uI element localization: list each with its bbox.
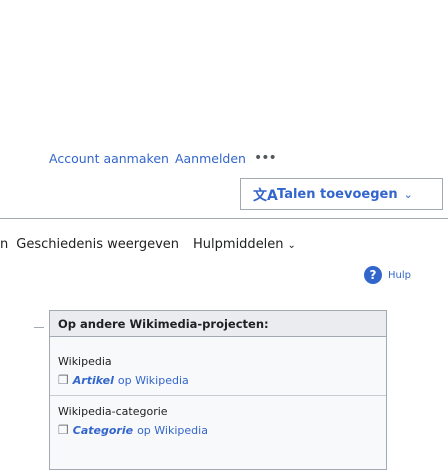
help-link[interactable]: ? Hulp	[364, 264, 411, 286]
add-languages-label: Talen toevoegen	[277, 186, 398, 202]
tools-menu-label: Hulpmiddelen	[193, 236, 284, 252]
help-label: Hulp	[388, 269, 411, 281]
project-name: Wikipedia	[58, 355, 112, 368]
page-actions: n Geschiedenis weergeven Hulpmiddelen ⌄	[0, 234, 310, 254]
chevron-down-icon: ⌄	[287, 239, 296, 251]
header-divider	[0, 218, 448, 219]
entry-divider	[50, 395, 386, 396]
project-name: Wikipedia-categorie	[58, 405, 168, 418]
sister-project-link[interactable]: ❒ Artikel op Wikipedia	[58, 373, 189, 387]
create-account-link[interactable]: Account aanmaken	[49, 151, 169, 166]
more-options-icon[interactable]: •••	[254, 150, 277, 166]
tab-history[interactable]: Geschiedenis weergeven	[16, 237, 179, 252]
sister-project-link[interactable]: ❒ Categorie op Wikipedia	[58, 423, 208, 437]
translate-icon: 文A	[253, 188, 278, 204]
link-bold-label: Artikel	[72, 373, 114, 387]
link-rest-label: op Wikipedia	[137, 423, 208, 437]
login-link[interactable]: Aanmelden	[175, 151, 246, 166]
chevron-down-icon: ⌄	[403, 187, 413, 201]
tools-menu[interactable]: Hulpmiddelen ⌄	[193, 237, 296, 252]
link-rest-label: op Wikipedia	[117, 373, 189, 387]
book-icon: ❒	[58, 423, 69, 437]
sister-projects-box: Op andere Wikimedia-projecten: Wikipedia…	[49, 310, 387, 470]
book-icon: ❒	[58, 373, 69, 387]
box-connector-line	[34, 327, 44, 328]
help-icon: ?	[364, 266, 382, 284]
link-bold-label: Categorie	[72, 423, 134, 437]
personal-tools: Account aanmaken Aanmelden •••	[49, 148, 277, 168]
sister-projects-header: Op andere Wikimedia-projecten:	[50, 311, 386, 337]
add-languages-button[interactable]: 文A Talen toevoegen ⌄	[240, 178, 443, 210]
tab-partial[interactable]: n	[0, 237, 8, 252]
